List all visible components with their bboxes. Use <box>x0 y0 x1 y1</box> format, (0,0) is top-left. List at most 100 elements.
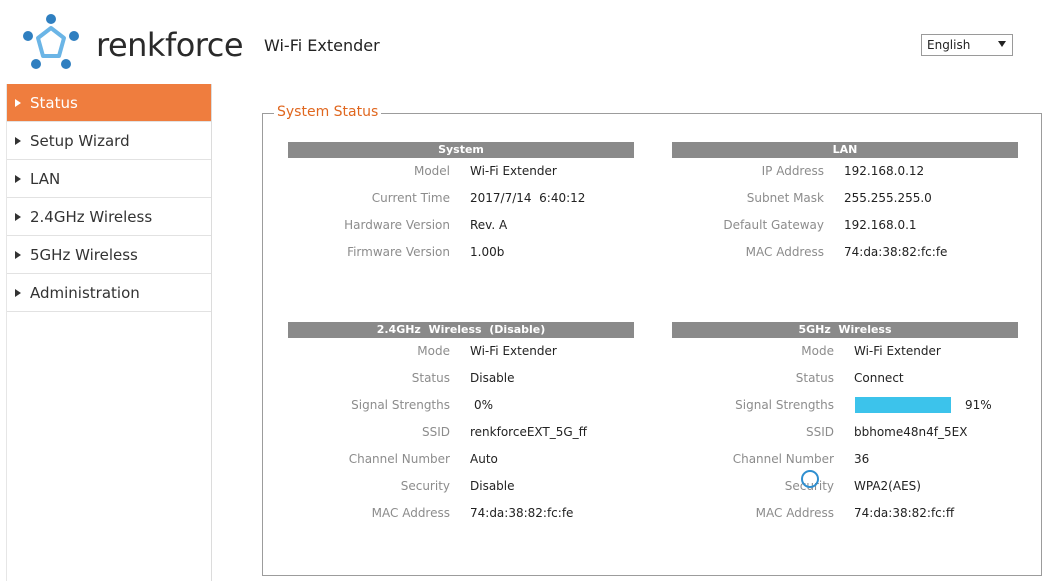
sidebar-item-label: Setup Wizard <box>30 131 130 150</box>
sidebar: Status Setup Wizard LAN 2.4GHz Wireless … <box>6 84 212 581</box>
row-value: 0% <box>474 398 494 412</box>
row-value: 255.255.255.0 <box>844 191 932 205</box>
row-value: bbhome48n4f_5EX <box>854 425 968 439</box>
wireless-24ghz-panel-header: 2.4GHz Wireless (Disable) <box>288 322 634 338</box>
row-label: MAC Address <box>755 506 834 520</box>
chevron-down-icon <box>998 41 1006 47</box>
product-title: Wi-Fi Extender <box>264 36 380 55</box>
row-value: 192.168.0.1 <box>844 218 917 232</box>
row-label: Status <box>411 371 450 385</box>
row-label: Model <box>413 164 450 178</box>
system-row-current-time: Current Time 2017/7/14 6:40:12 <box>288 185 634 212</box>
w5-row-mac-address: MAC Address 74:da:38:82:fc:ff <box>672 500 1018 527</box>
row-value: Auto <box>470 452 498 466</box>
row-value: 1.00b <box>470 245 505 259</box>
row-label: Current Time <box>371 191 450 205</box>
system-row-model: Model Wi-Fi Extender <box>288 158 634 185</box>
row-value: Disable <box>470 479 515 493</box>
w24-row-status: Status Disable <box>288 365 634 392</box>
system-status-legend: System Status <box>274 104 382 120</box>
wireless-24ghz-panel: 2.4GHz Wireless (Disable) Mode Wi-Fi Ext… <box>288 322 634 527</box>
w24-row-ssid: SSID renkforceEXT_5G_ff <box>288 419 634 446</box>
renkforce-logo-icon <box>23 14 79 69</box>
w24-row-mode: Mode Wi-Fi Extender <box>288 338 634 365</box>
lan-row-subnet-mask: Subnet Mask 255.255.255.0 <box>672 185 1018 212</box>
row-label: MAC Address <box>745 245 824 259</box>
row-label: Hardware Version <box>344 218 450 232</box>
arrow-right-icon <box>15 288 21 297</box>
signal-bar-fill <box>855 397 952 413</box>
row-label: Mode <box>801 344 834 358</box>
sidebar-item-lan[interactable]: LAN <box>7 160 211 198</box>
arrow-right-icon <box>15 136 21 145</box>
language-value: English <box>927 38 971 52</box>
lan-row-mac-address: MAC Address 74:da:38:82:fc:fe <box>672 239 1018 266</box>
row-value: Disable <box>470 371 515 385</box>
row-value: 192.168.0.12 <box>844 164 925 178</box>
system-row-firmware-version: Firmware Version 1.00b <box>288 239 634 266</box>
row-value: Wi-Fi Extender <box>470 344 557 358</box>
sidebar-item-5ghz-wireless[interactable]: 5GHz Wireless <box>7 236 211 274</box>
sidebar-item-administration[interactable]: Administration <box>7 274 211 312</box>
row-label: Status <box>795 371 834 385</box>
row-label: MAC Address <box>371 506 450 520</box>
row-label: Signal Strengths <box>735 398 834 412</box>
sidebar-item-label: Administration <box>30 283 140 302</box>
sidebar-item-label: Status <box>30 93 78 112</box>
header: renkforce Wi-Fi Extender English <box>0 0 1054 84</box>
w5-row-security: Security WPA2(AES) <box>672 473 1018 500</box>
row-value: renkforceEXT_5G_ff <box>470 425 587 439</box>
lan-panel: LAN IP Address 192.168.0.12 Subnet Mask … <box>672 142 1018 266</box>
w5-row-channel-number: Channel Number 36 <box>672 446 1018 473</box>
wireless-5ghz-panel: 5GHz Wireless Mode Wi-Fi Extender Status… <box>672 322 1018 527</box>
row-label: Subnet Mask <box>746 191 824 205</box>
row-value: Wi-Fi Extender <box>854 344 941 358</box>
signal-strength-meter: 91% <box>855 397 992 413</box>
row-label: Security <box>400 479 450 493</box>
sidebar-item-setup-wizard[interactable]: Setup Wizard <box>7 122 211 160</box>
row-value: Rev. A <box>470 218 508 232</box>
system-panel: System Model Wi-Fi Extender Current Time… <box>288 142 634 266</box>
w5-row-ssid: SSID bbhome48n4f_5EX <box>672 419 1018 446</box>
w5-row-mode: Mode Wi-Fi Extender <box>672 338 1018 365</box>
row-value: 2017/7/14 6:40:12 <box>470 191 586 205</box>
wireless-5ghz-panel-header: 5GHz Wireless <box>672 322 1018 338</box>
w24-row-mac-address: MAC Address 74:da:38:82:fc:fe <box>288 500 634 527</box>
signal-percent: 91% <box>965 398 992 412</box>
sidebar-item-label: LAN <box>30 169 61 188</box>
row-label: Channel Number <box>348 452 450 466</box>
row-value: Wi-Fi Extender <box>470 164 557 178</box>
system-panel-header: System <box>288 142 634 158</box>
busy-cursor-icon <box>801 470 819 488</box>
row-label: Channel Number <box>732 452 834 466</box>
row-label: Firmware Version <box>347 245 450 259</box>
row-value: Connect <box>854 371 904 385</box>
lan-row-default-gateway: Default Gateway 192.168.0.1 <box>672 212 1018 239</box>
language-select[interactable]: English <box>921 34 1013 56</box>
w24-row-security: Security Disable <box>288 473 634 500</box>
w24-row-signal-strength: Signal Strengths 0% <box>288 392 634 419</box>
arrow-right-icon <box>15 212 21 221</box>
row-label: IP Address <box>761 164 824 178</box>
lan-row-ip-address: IP Address 192.168.0.12 <box>672 158 1018 185</box>
row-label: SSID <box>421 425 450 439</box>
sidebar-item-24ghz-wireless[interactable]: 2.4GHz Wireless <box>7 198 211 236</box>
system-row-hardware-version: Hardware Version Rev. A <box>288 212 634 239</box>
row-label: Mode <box>417 344 450 358</box>
row-value: WPA2(AES) <box>854 479 921 493</box>
arrow-right-icon <box>15 250 21 259</box>
w24-row-channel-number: Channel Number Auto <box>288 446 634 473</box>
arrow-right-icon <box>15 174 21 183</box>
arrow-right-icon <box>15 98 21 107</box>
signal-bar-track <box>855 397 961 413</box>
w5-row-signal-strength: Signal Strengths 91% <box>672 392 1018 419</box>
row-value: 36 <box>854 452 870 466</box>
row-label: SSID <box>805 425 834 439</box>
row-label: Signal Strengths <box>351 398 450 412</box>
row-value: 74:da:38:82:fc:fe <box>844 245 948 259</box>
brand-name: renkforce <box>96 26 244 64</box>
sidebar-item-status[interactable]: Status <box>7 84 211 122</box>
row-value: 74:da:38:82:fc:fe <box>470 506 574 520</box>
lan-panel-header: LAN <box>672 142 1018 158</box>
w5-row-status: Status Connect <box>672 365 1018 392</box>
